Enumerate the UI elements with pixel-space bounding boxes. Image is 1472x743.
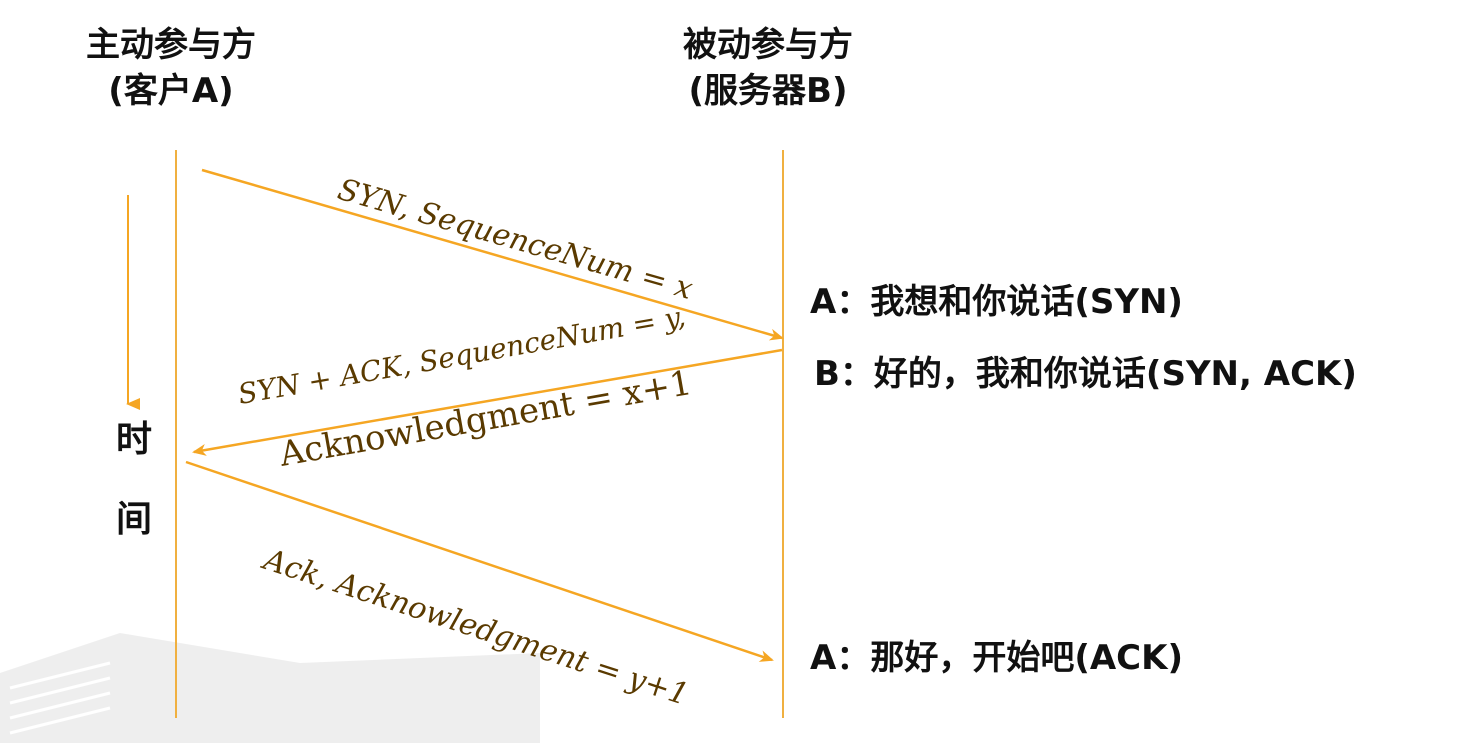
time-label-char-2: 间 [115, 499, 152, 540]
ack-label: Ack, Acknowledgment = y+1 [257, 541, 693, 712]
three-way-handshake-diagram: 主动参与方 (客户A) 被动参与方 (服务器B) SYN, SequenceNu… [0, 0, 1472, 743]
time-label-char-1: 时 [115, 419, 152, 460]
syn-label: SYN, SequenceNum = x [334, 172, 697, 307]
syn-arrow [201, 168, 784, 341]
dialogue-ack: A：那好，开始吧(ACK) [810, 638, 1184, 678]
dialogue-syn-ack: B：好的，我和你说话(SYN, ACK) [814, 354, 1357, 394]
dialogue-syn: A：我想和你说话(SYN) [810, 282, 1183, 322]
